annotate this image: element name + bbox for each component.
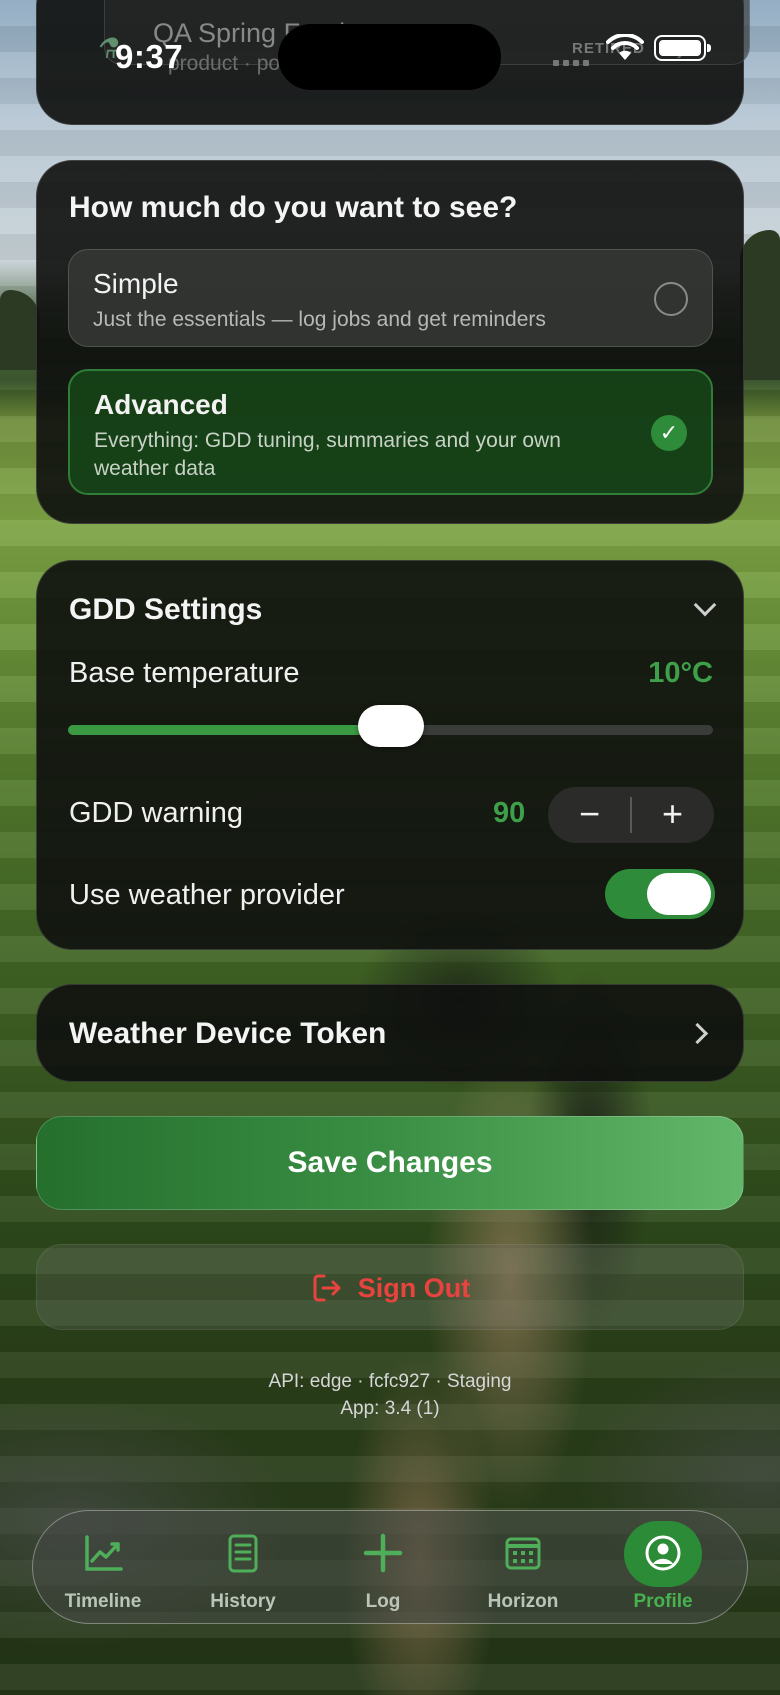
slider-fill <box>68 725 391 735</box>
base-temperature-slider[interactable] <box>68 705 713 747</box>
decrement-button[interactable]: − <box>548 787 631 843</box>
tab-label: Timeline <box>64 1591 142 1612</box>
option-simple-label: Simple <box>93 268 179 299</box>
battery-icon <box>654 35 711 61</box>
tab-horizon[interactable]: Horizon <box>453 1511 593 1625</box>
option-simple[interactable]: Simple Just the essentials — log jobs an… <box>68 249 713 347</box>
chevron-right-icon <box>686 1022 709 1045</box>
option-advanced-description: Everything: GDD tuning, summaries and yo… <box>94 429 561 480</box>
gdd-settings-title: GDD Settings <box>69 593 263 626</box>
base-temperature-value: 10°C <box>648 657 713 689</box>
sign-out-label: Sign Out <box>357 1272 471 1303</box>
tab-label: Horizon <box>487 1591 559 1612</box>
toggle-knob <box>647 873 711 915</box>
signal-icon <box>553 60 589 66</box>
radio-unselected-icon[interactable] <box>654 282 688 316</box>
view-mode-title: How much do you want to see? <box>69 191 518 224</box>
chart-line-icon <box>85 1535 123 1571</box>
tab-profile[interactable]: Profile <box>593 1511 733 1625</box>
tab-label: Profile <box>633 1591 693 1612</box>
plus-icon <box>363 1533 403 1573</box>
base-temperature-label: Base temperature <box>69 657 300 689</box>
checkmark-icon[interactable]: ✓ <box>651 415 687 451</box>
tab-log[interactable]: Log <box>313 1511 453 1625</box>
wifi-icon <box>606 34 644 60</box>
increment-button[interactable]: + <box>631 787 714 843</box>
option-advanced-label: Advanced <box>94 389 228 420</box>
tab-label: Log <box>365 1591 401 1612</box>
gdd-settings-card: GDD Settings Base temperature 10°C GDD w… <box>36 560 744 950</box>
background-tree <box>740 230 780 380</box>
user-circle-icon <box>645 1535 681 1571</box>
clipboard-list-icon <box>228 1534 258 1573</box>
slider-thumb[interactable] <box>357 705 424 747</box>
calendar-icon <box>505 1537 541 1570</box>
api-info: API: edge · fcfc927 · Staging <box>268 1371 512 1392</box>
save-changes-button[interactable]: Save Changes <box>36 1116 744 1210</box>
app-version: App: 3.4 (1) <box>340 1398 440 1419</box>
weather-device-token-label: Weather Device Token <box>69 1017 387 1050</box>
tab-history[interactable]: History <box>173 1511 313 1625</box>
chevron-down-icon[interactable] <box>693 593 717 617</box>
dynamic-island <box>278 24 501 90</box>
gdd-warning-label: GDD warning <box>69 797 244 829</box>
weather-provider-toggle[interactable] <box>605 869 715 919</box>
background-tree <box>0 290 40 370</box>
option-advanced[interactable]: Advanced Everything: GDD tuning, summari… <box>68 369 713 495</box>
tab-label: History <box>210 1591 276 1612</box>
weather-provider-label: Use weather provider <box>69 879 345 911</box>
feed-subtitle: product · po <box>168 52 281 75</box>
tab-bar: Timeline History Log Horizon Profile <box>32 1510 748 1624</box>
sign-out-icon <box>313 1274 341 1302</box>
status-time: 9:37 <box>115 38 184 75</box>
option-simple-description: Just the essentials — log jobs and get r… <box>93 308 546 331</box>
view-mode-card: How much do you want to see? Simple Just… <box>36 160 744 524</box>
tab-timeline[interactable]: Timeline <box>33 1511 173 1625</box>
sign-out-button[interactable]: Sign Out <box>36 1244 744 1330</box>
gdd-warning-value: 90 <box>493 797 526 829</box>
weather-device-token-row[interactable]: Weather Device Token <box>36 984 744 1082</box>
gdd-warning-stepper: − + <box>548 787 714 843</box>
